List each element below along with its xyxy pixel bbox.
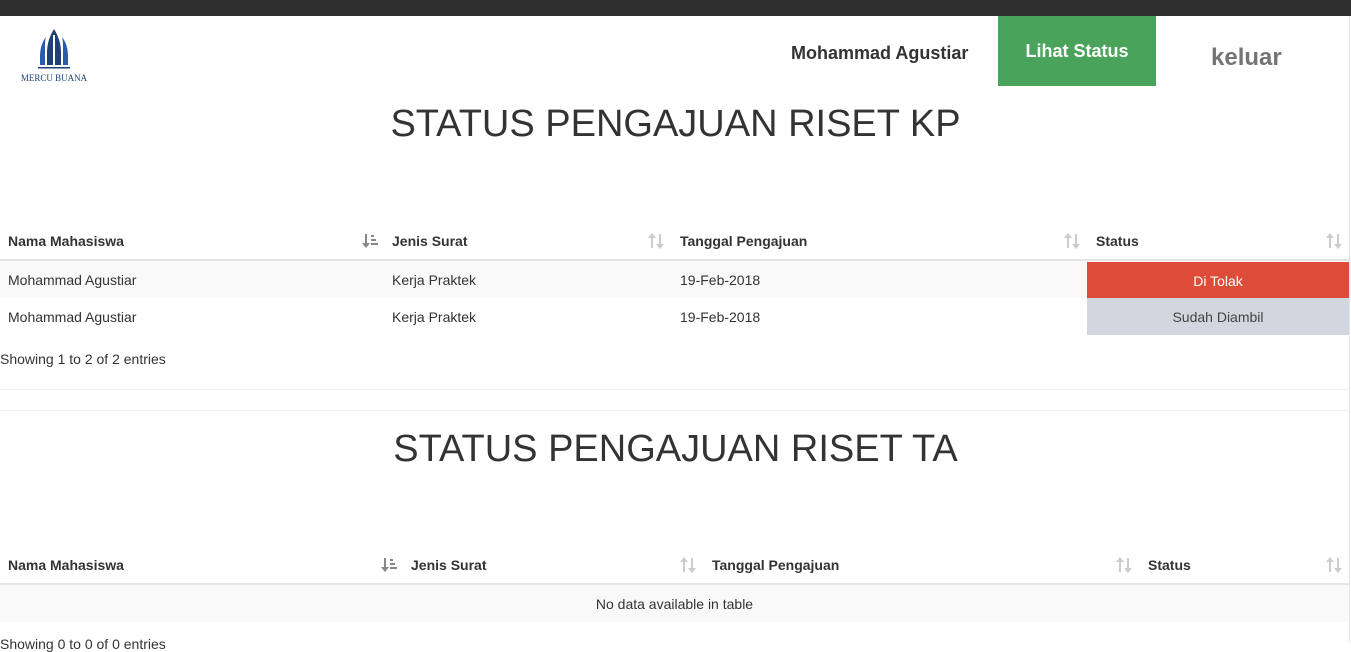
sort-asc-icon[interactable] xyxy=(362,233,378,249)
cell-tanggal: 19-Feb-2018 xyxy=(680,272,761,288)
cell-nama: Mohammad Agustiar xyxy=(8,272,137,288)
ta-col-nama[interactable]: Nama Mahasiswa xyxy=(8,557,124,573)
ta-col-status[interactable]: Status xyxy=(1148,557,1191,573)
kp-section-title: STATUS PENGAJUAN RISET KP xyxy=(390,103,961,145)
sort-asc-icon[interactable] xyxy=(381,557,397,573)
kp-col-tanggal[interactable]: Tanggal Pengajuan xyxy=(680,233,807,249)
status-badge: Sudah Diambil xyxy=(1087,298,1349,335)
section-divider xyxy=(0,389,1349,390)
university-logo[interactable]: MERCU BUANA xyxy=(18,27,90,87)
logout-link[interactable]: keluar xyxy=(1211,44,1282,72)
ta-table-info: Showing 0 to 0 of 0 entries xyxy=(0,636,166,652)
sort-both-icon[interactable] xyxy=(648,233,664,249)
top-bar xyxy=(0,0,1351,16)
kp-table-info: Showing 1 to 2 of 2 entries xyxy=(0,351,166,367)
cell-nama: Mohammad Agustiar xyxy=(8,309,137,325)
cell-jenis: Kerja Praktek xyxy=(392,309,477,325)
empty-row: No data available in table xyxy=(0,585,1349,622)
lihat-status-button[interactable]: Lihat Status xyxy=(998,16,1156,86)
sort-both-icon[interactable] xyxy=(1116,557,1132,573)
cell-tanggal: 19-Feb-2018 xyxy=(680,309,761,325)
status-badge: Di Tolak xyxy=(1087,262,1349,299)
sort-both-icon[interactable] xyxy=(680,557,696,573)
kp-col-jenis[interactable]: Jenis Surat xyxy=(392,233,467,249)
sort-both-icon[interactable] xyxy=(1326,233,1342,249)
section-divider xyxy=(0,410,1349,411)
logo-text: MERCU BUANA xyxy=(20,73,88,83)
cell-jenis: Kerja Praktek xyxy=(392,272,477,288)
ta-col-tanggal[interactable]: Tanggal Pengajuan xyxy=(712,557,839,573)
logo-emblem-icon xyxy=(38,29,70,69)
ta-col-jenis[interactable]: Jenis Surat xyxy=(411,557,486,573)
sort-both-icon[interactable] xyxy=(1326,557,1342,573)
kp-col-status[interactable]: Status xyxy=(1096,233,1139,249)
kp-col-nama[interactable]: Nama Mahasiswa xyxy=(8,233,124,249)
user-name: Mohammad Agustiar xyxy=(791,43,969,63)
ta-section-title: STATUS PENGAJUAN RISET TA xyxy=(393,428,958,470)
sort-both-icon[interactable] xyxy=(1064,233,1080,249)
empty-message: No data available in table xyxy=(595,596,754,612)
